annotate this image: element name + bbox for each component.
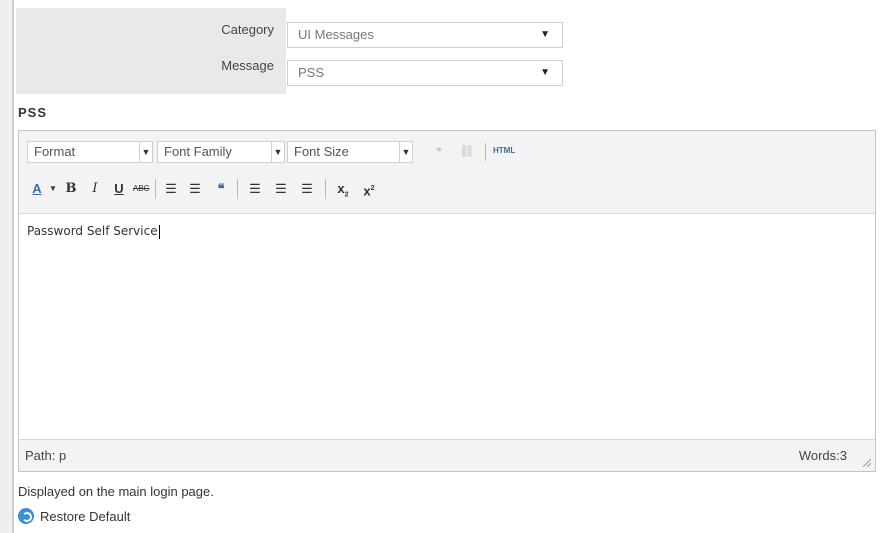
font-size-select-label: Font Size	[294, 144, 349, 159]
format-select[interactable]: Format ▼	[27, 141, 153, 163]
chevron-down-icon: ▼	[271, 142, 284, 162]
chevron-down-icon: ▼	[540, 67, 550, 78]
toolbar-separator	[325, 179, 326, 199]
editor-toolbar: Format ▼ Font Family ▼ Font Size ▼ ⚭ ⛓ H…	[19, 131, 875, 213]
font-family-select-label: Font Family	[164, 144, 232, 159]
font-family-select[interactable]: Font Family ▼	[157, 141, 285, 163]
restore-default-button[interactable]: Restore Default	[18, 508, 130, 524]
font-size-select[interactable]: Font Size ▼	[287, 141, 413, 163]
italic-icon[interactable]: I	[87, 179, 103, 199]
message-name-heading: PSS	[18, 105, 48, 120]
toolbar-separator	[485, 143, 486, 161]
underline-icon[interactable]: U	[111, 179, 127, 199]
text-color-icon[interactable]: A	[29, 179, 45, 199]
resize-handle-icon[interactable]	[861, 457, 871, 467]
chevron-down-icon: ▼	[399, 142, 412, 162]
blockquote-icon[interactable]: ❝	[213, 179, 229, 199]
align-center-icon[interactable]: ☰	[273, 179, 289, 199]
restore-default-label: Restore Default	[40, 508, 131, 524]
message-select[interactable]: PSS ▼	[287, 60, 563, 86]
align-right-icon[interactable]: ☰	[299, 179, 315, 199]
numbered-list-icon[interactable]: ☰	[187, 179, 203, 199]
align-left-icon[interactable]: ☰	[247, 179, 263, 199]
rich-text-editor: Format ▼ Font Family ▼ Font Size ▼ ⚭ ⛓ H…	[18, 130, 876, 472]
text-cursor	[158, 224, 160, 239]
chevron-down-icon: ▼	[139, 142, 152, 162]
message-label: Message	[221, 58, 274, 73]
toolbar-separator	[155, 179, 156, 199]
html-source-button[interactable]: HTML	[493, 141, 515, 161]
category-label: Category	[221, 22, 274, 37]
bold-icon[interactable]: B	[63, 179, 79, 199]
category-select-value: UI Messages	[298, 27, 374, 42]
subscript-icon[interactable]: x2	[335, 179, 351, 199]
link-icon[interactable]: ⚭	[431, 141, 447, 161]
message-description: Displayed on the main login page.	[18, 484, 214, 499]
editor-content-text: Password Self Service	[27, 224, 160, 239]
toolbar-separator	[237, 179, 238, 199]
chevron-down-icon: ▼	[540, 29, 550, 40]
word-count: Words:3	[798, 448, 847, 463]
left-rule	[0, 0, 14, 533]
format-select-label: Format	[34, 144, 76, 159]
element-path: Path: p	[25, 448, 67, 463]
message-select-value: PSS	[298, 65, 325, 80]
restore-icon	[18, 508, 34, 524]
editor-statusbar: Path: p Words:3	[19, 440, 875, 471]
chevron-down-icon[interactable]: ▼	[45, 179, 61, 199]
form-label-area: Category Message	[16, 8, 286, 94]
editor-content-area[interactable]: Password Self Service	[19, 213, 875, 440]
strikethrough-icon[interactable]: ABC	[133, 179, 149, 199]
superscript-icon[interactable]: x2	[361, 179, 377, 199]
bullet-list-icon[interactable]: ☰	[163, 179, 179, 199]
category-select[interactable]: UI Messages ▼	[287, 22, 563, 48]
unlink-icon[interactable]: ⛓	[459, 141, 475, 161]
